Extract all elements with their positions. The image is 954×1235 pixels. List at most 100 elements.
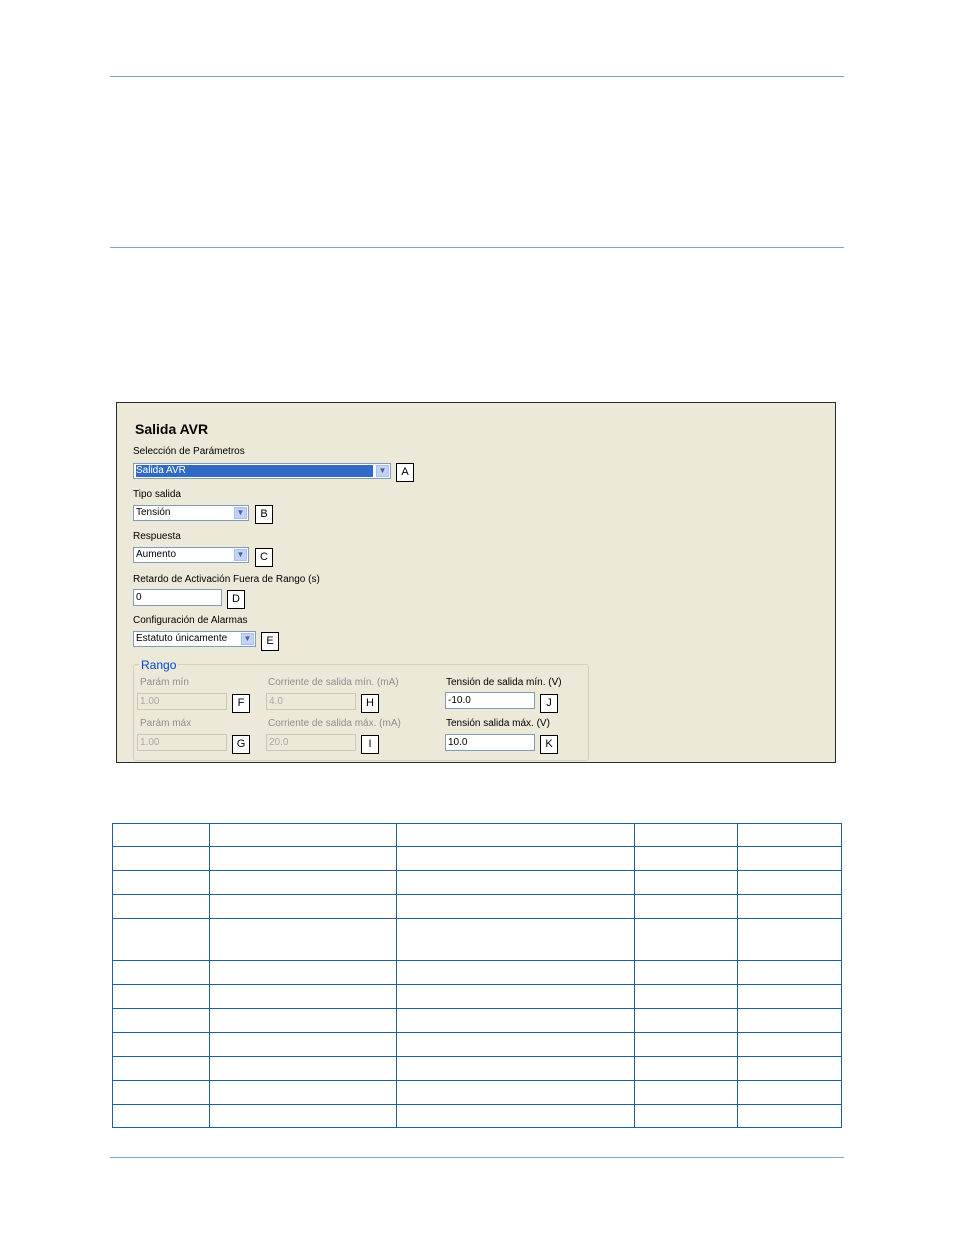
table-cell — [737, 1080, 842, 1105]
table-cell — [112, 870, 210, 895]
table-cell — [112, 846, 210, 871]
range-legend: Rango — [139, 658, 179, 672]
table-cell — [634, 846, 738, 871]
table-cell — [209, 1008, 397, 1033]
table-cell — [737, 984, 842, 1009]
table-cell — [112, 1104, 210, 1128]
table-cell — [396, 1056, 635, 1081]
avr-output-panel: Salida AVR Selección de Parámetros Salid… — [116, 402, 836, 763]
chevron-down-icon[interactable]: ▼ — [234, 507, 247, 519]
callout-a: A — [396, 463, 414, 482]
table-cell — [737, 960, 842, 985]
table-row — [112, 1080, 842, 1105]
param-selection-label: Selección de Parámetros — [133, 446, 245, 457]
table-cell — [634, 1032, 738, 1057]
voltage-max-input[interactable]: 10.0 — [445, 734, 535, 751]
table-cell — [396, 894, 635, 919]
table-row — [112, 1008, 842, 1033]
table-cell — [634, 1080, 738, 1105]
section-rule — [110, 247, 844, 248]
current-min-input[interactable]: 4.0 — [266, 693, 356, 710]
chevron-down-icon[interactable]: ▼ — [241, 633, 254, 645]
param-max-input[interactable]: 1.00 — [137, 734, 227, 751]
table-cell — [634, 894, 738, 919]
table-cell — [634, 918, 738, 961]
table-cell — [634, 984, 738, 1009]
output-type-value: Tensión — [136, 507, 171, 518]
callout-i: I — [361, 735, 379, 754]
table-cell — [112, 1080, 210, 1105]
table-cell — [396, 1104, 635, 1128]
callout-j: J — [540, 694, 558, 713]
table-cell — [737, 918, 842, 961]
out-of-range-delay-label: Retardo de Activación Fuera de Rango (s) — [133, 574, 320, 585]
voltage-min-input[interactable]: -10.0 — [445, 692, 535, 709]
table-cell — [634, 823, 738, 847]
table-cell — [209, 1056, 397, 1081]
table-cell — [112, 1056, 210, 1081]
table-cell — [737, 894, 842, 919]
table-cell — [634, 1056, 738, 1081]
out-of-range-delay-input[interactable]: 0 — [133, 589, 222, 606]
table-cell — [396, 960, 635, 985]
current-max-label: Corriente de salida máx. (mA) — [268, 718, 401, 729]
param-min-label: Parám mín — [140, 677, 189, 688]
callout-k: K — [540, 735, 558, 754]
table-row — [112, 894, 842, 919]
callout-e: E — [261, 632, 279, 651]
table-cell — [737, 1056, 842, 1081]
table-cell — [396, 870, 635, 895]
table-cell — [112, 1008, 210, 1033]
table-cell — [737, 1032, 842, 1057]
empty-settings-table — [112, 823, 842, 1128]
chevron-down-icon[interactable]: ▼ — [376, 465, 389, 477]
table-cell — [209, 1080, 397, 1105]
output-type-dropdown[interactable]: Tensión ▼ — [133, 505, 249, 521]
table-cell — [209, 960, 397, 985]
chevron-down-icon[interactable]: ▼ — [234, 549, 247, 561]
table-cell — [396, 1080, 635, 1105]
callout-b: B — [255, 505, 273, 524]
table-cell — [396, 1032, 635, 1057]
callout-f: F — [232, 694, 250, 713]
table-cell — [112, 984, 210, 1009]
callout-c: C — [255, 548, 273, 567]
response-label: Respuesta — [133, 531, 181, 542]
response-dropdown[interactable]: Aumento ▼ — [133, 547, 249, 563]
table-cell — [112, 823, 210, 847]
current-max-input[interactable]: 20.0 — [266, 734, 356, 751]
table-cell — [396, 984, 635, 1009]
table-cell — [112, 1032, 210, 1057]
table-row — [112, 918, 842, 961]
param-selection-dropdown[interactable]: Salida AVR ▼ — [133, 463, 391, 479]
header-rule — [110, 76, 844, 77]
table-cell — [209, 846, 397, 871]
table-cell — [209, 1104, 397, 1128]
table-cell — [209, 894, 397, 919]
table-cell — [396, 1008, 635, 1033]
voltage-max-label: Tensión salida máx. (V) — [446, 718, 550, 729]
table-cell — [209, 918, 397, 961]
callout-g: G — [232, 735, 250, 754]
table-cell — [634, 960, 738, 985]
alarm-config-label: Configuración de Alarmas — [133, 615, 248, 626]
param-min-input[interactable]: 1.00 — [137, 693, 227, 710]
table-row — [112, 823, 842, 847]
table-cell — [396, 823, 635, 847]
table-cell — [737, 823, 842, 847]
table-cell — [737, 846, 842, 871]
footer-rule — [110, 1157, 844, 1158]
table-cell — [396, 846, 635, 871]
table-cell — [737, 1104, 842, 1128]
table-cell — [112, 894, 210, 919]
callout-h: H — [361, 694, 379, 713]
table-row — [112, 1104, 842, 1128]
current-min-label: Corriente de salida mín. (mA) — [268, 677, 399, 688]
table-cell — [209, 984, 397, 1009]
voltage-min-label: Tensión de salida mín. (V) — [446, 677, 562, 688]
table-row — [112, 846, 842, 871]
table-cell — [209, 1032, 397, 1057]
table-cell — [634, 870, 738, 895]
table-cell — [634, 1008, 738, 1033]
alarm-config-dropdown[interactable]: Estatuto únicamente ▼ — [133, 631, 256, 647]
